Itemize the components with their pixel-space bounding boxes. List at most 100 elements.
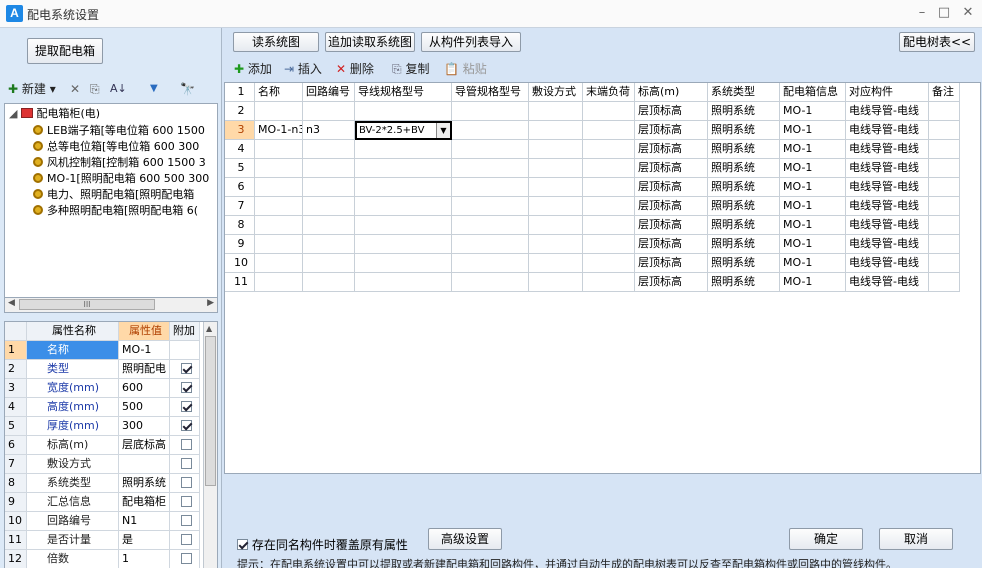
tree-item[interactable]: 风机控制箱[控制箱 600 1500 3 — [33, 155, 206, 171]
table-cell[interactable] — [929, 254, 960, 273]
table-cell[interactable] — [583, 216, 635, 235]
table-cell[interactable]: MO-1 — [780, 273, 846, 292]
table-cell[interactable] — [529, 102, 583, 121]
table-cell[interactable] — [583, 121, 635, 140]
table-cell[interactable]: MO-1 — [780, 140, 846, 159]
read-diagram-button[interactable]: 读系统图 — [233, 32, 319, 52]
table-cell[interactable]: 电线导管-电线 — [846, 178, 929, 197]
table-cell[interactable] — [583, 197, 635, 216]
table-cell[interactable] — [303, 178, 355, 197]
property-value[interactable]: N1 — [119, 512, 170, 531]
property-row[interactable]: 12 倍数 1 — [5, 550, 205, 568]
overwrite-option[interactable]: 存在同名构件时覆盖原有属性 — [237, 536, 408, 553]
table-cell[interactable] — [255, 235, 303, 254]
property-row[interactable]: 3 宽度(mm) 600 — [5, 379, 205, 398]
table-cell[interactable]: 电线导管-电线 — [846, 159, 929, 178]
table-cell[interactable]: 电线导管-电线 — [846, 216, 929, 235]
table-cell[interactable] — [255, 159, 303, 178]
extra-checkbox[interactable] — [181, 515, 192, 526]
property-row[interactable]: 5 厚度(mm) 300 — [5, 417, 205, 436]
table-cell[interactable]: 层顶标高 — [635, 254, 708, 273]
table-cell[interactable] — [583, 273, 635, 292]
table-cell[interactable]: MO-1 — [780, 254, 846, 273]
table-cell[interactable]: 照明系统 — [708, 235, 780, 254]
table-cell[interactable] — [255, 178, 303, 197]
table-cell[interactable] — [529, 178, 583, 197]
table-cell[interactable]: 照明系统 — [708, 121, 780, 140]
new-button[interactable]: ✚ 新建 ▾ — [8, 80, 64, 98]
table-cell[interactable] — [303, 235, 355, 254]
scroll-left-icon[interactable]: ◀ — [8, 298, 15, 308]
table-cell[interactable]: 层顶标高 — [635, 273, 708, 292]
table-cell[interactable] — [583, 140, 635, 159]
wire-spec-dropdown[interactable]: BV-2*2.5+BV ▼ — [355, 121, 452, 140]
table-cell[interactable] — [255, 197, 303, 216]
table-cell[interactable] — [529, 254, 583, 273]
table-cell[interactable]: 电线导管-电线 — [846, 254, 929, 273]
tree-item[interactable]: 电力、照明配电箱[照明配电箱 — [33, 187, 194, 203]
table-cell[interactable] — [452, 102, 529, 121]
table-cell[interactable] — [452, 178, 529, 197]
table-cell[interactable] — [355, 178, 452, 197]
extra-checkbox[interactable] — [181, 553, 192, 564]
table-cell[interactable] — [452, 273, 529, 292]
property-value[interactable]: MO-1 — [119, 341, 170, 360]
property-value[interactable]: 1 — [119, 550, 170, 568]
table-cell[interactable] — [303, 159, 355, 178]
table-cell[interactable] — [452, 235, 529, 254]
paste-button[interactable]: 📋 粘贴 — [444, 60, 487, 78]
property-row[interactable]: 6 标高(m) 层底标高 — [5, 436, 205, 455]
table-cell[interactable] — [355, 159, 452, 178]
table-cell[interactable] — [529, 140, 583, 159]
table-cell[interactable]: MO-1 — [780, 121, 846, 140]
ok-button[interactable]: 确定 — [789, 528, 863, 550]
table-cell[interactable] — [929, 197, 960, 216]
table-cell[interactable] — [452, 159, 529, 178]
filter-icon[interactable]: ▼ — [150, 80, 158, 98]
table-cell[interactable]: 层顶标高 — [635, 121, 708, 140]
table-cell[interactable] — [529, 273, 583, 292]
table-cell[interactable]: 电线导管-电线 — [846, 102, 929, 121]
tree-hscroll[interactable]: ◀ III ▶ — [4, 298, 218, 313]
find-icon[interactable]: 🔭 — [180, 80, 195, 98]
delete-icon[interactable]: ✕ — [70, 80, 80, 98]
table-cell[interactable] — [583, 254, 635, 273]
table-cell[interactable]: 层顶标高 — [635, 140, 708, 159]
table-cell[interactable]: MO-1 — [780, 159, 846, 178]
copy-icon[interactable]: ⎘ — [90, 80, 100, 98]
extra-checkbox[interactable] — [181, 496, 192, 507]
delete-button[interactable]: ✕ 删除 — [336, 60, 374, 78]
advanced-settings-button[interactable]: 高级设置 — [428, 528, 502, 550]
scroll-thumb[interactable] — [205, 336, 216, 486]
table-cell[interactable] — [583, 178, 635, 197]
table-cell[interactable] — [355, 273, 452, 292]
table-cell[interactable] — [452, 121, 529, 140]
expand-icon[interactable]: ◢ — [9, 107, 17, 120]
scroll-up-icon[interactable]: ▲ — [206, 324, 212, 333]
chevron-down-icon[interactable]: ▼ — [436, 123, 450, 138]
table-cell[interactable]: MO-1 — [780, 178, 846, 197]
scroll-thumb[interactable]: III — [19, 299, 155, 310]
table-cell[interactable]: 照明系统 — [708, 178, 780, 197]
table-cell[interactable] — [255, 216, 303, 235]
copy-button[interactable]: ⎘ 复制 — [392, 60, 429, 78]
table-cell[interactable]: 照明系统 — [708, 197, 780, 216]
table-cell[interactable]: MO-1 — [780, 216, 846, 235]
tree-item[interactable]: 总等电位箱[等电位箱 600 300 — [33, 139, 199, 155]
table-cell[interactable] — [529, 121, 583, 140]
property-row[interactable]: 1 名称 MO-1 — [5, 341, 205, 360]
maximize-button[interactable]: □ — [934, 4, 954, 22]
table-cell[interactable]: 照明系统 — [708, 159, 780, 178]
append-read-button[interactable]: 追加读取系统图 — [325, 32, 415, 52]
property-value[interactable]: 照明系统 — [119, 474, 170, 493]
table-cell[interactable] — [529, 235, 583, 254]
table-cell[interactable] — [355, 254, 452, 273]
extra-checkbox[interactable] — [181, 534, 192, 545]
table-cell[interactable] — [929, 159, 960, 178]
table-cell[interactable] — [929, 273, 960, 292]
table-cell[interactable] — [929, 216, 960, 235]
extra-checkbox[interactable] — [181, 363, 192, 374]
table-cell[interactable] — [529, 159, 583, 178]
table-cell[interactable]: 照明系统 — [708, 140, 780, 159]
sort-icon[interactable]: A↓ — [110, 80, 127, 98]
